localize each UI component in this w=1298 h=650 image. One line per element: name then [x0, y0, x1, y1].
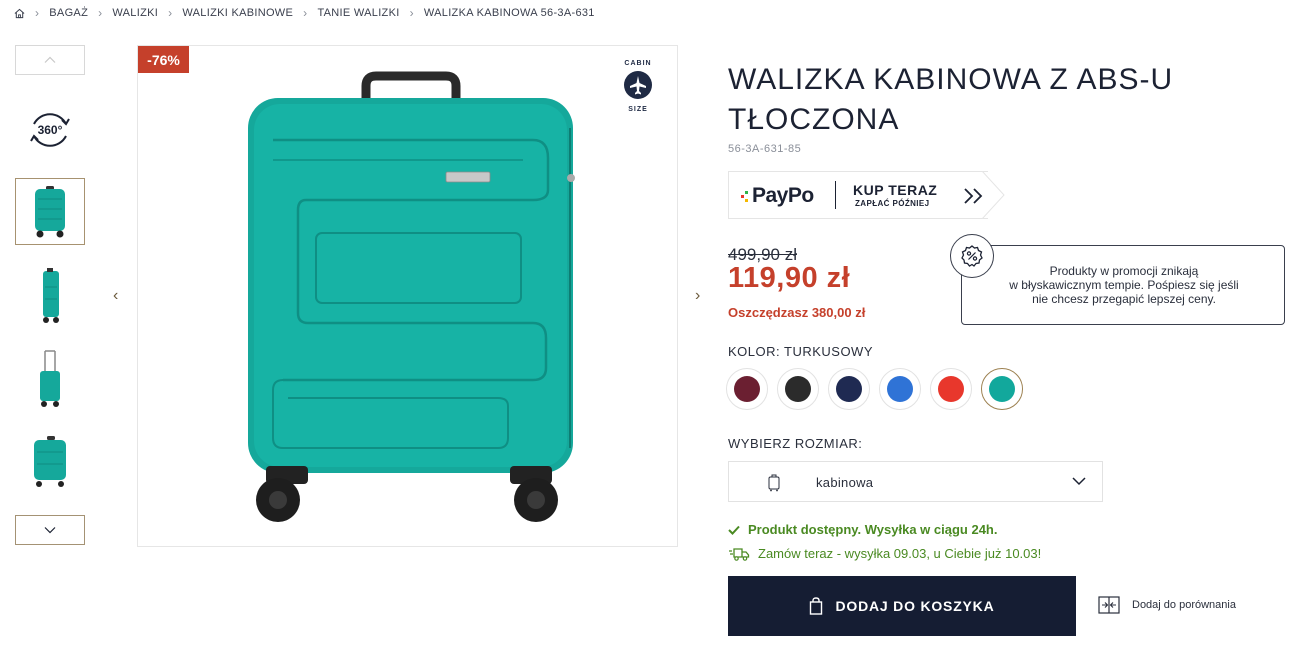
shipping-info-text: Zamów teraz - wysyłka 09.03, u Ciebie ju…	[758, 546, 1042, 561]
discount-badge: -76%	[138, 46, 189, 73]
color-swatch-dot	[785, 376, 811, 402]
paypo-divider	[835, 181, 836, 209]
color-swatch[interactable]	[930, 368, 972, 410]
thumbnail-scroll-up-button[interactable]	[15, 45, 85, 75]
promo-text: Produkty w promocji znikają w błyskawicz…	[962, 264, 1286, 306]
rotate-360-icon: 360°	[30, 112, 70, 147]
gallery-next-arrow-icon[interactable]: ›	[695, 287, 700, 305]
airplane-icon: CABIN SIZE	[624, 60, 652, 113]
suitcase-side-thumbnail-image	[43, 267, 59, 323]
thumbnail-side[interactable]	[15, 262, 85, 329]
breadcrumb-separator-icon: ›	[35, 6, 40, 20]
color-label: KOLOR: TURKUSOWY	[728, 344, 874, 359]
svg-text:SIZE: SIZE	[628, 106, 648, 113]
color-swatch-dot	[938, 376, 964, 402]
paypo-banner[interactable]: PayPo KUP TERAZ ZAPŁAĆ PÓŹNIEJ	[728, 171, 1006, 219]
paypo-cta: KUP TERAZ	[853, 182, 938, 198]
color-swatch-dot	[734, 376, 760, 402]
color-swatch[interactable]	[879, 368, 921, 410]
chevron-down-icon	[1072, 477, 1086, 486]
color-swatch[interactable]	[828, 368, 870, 410]
checkmark-icon	[728, 525, 740, 535]
breadcrumb-link-walizki-kabinowe[interactable]: WALIZKI KABINOWE	[182, 7, 293, 19]
compare-icon	[1098, 596, 1120, 614]
promo-text-line: w błyskawicznym tempie. Pośpiesz się jeś…	[1009, 278, 1239, 292]
double-chevron-right-icon	[964, 188, 983, 204]
paypo-logo: PayPo	[752, 184, 814, 207]
breadcrumb-link-walizki[interactable]: WALIZKI	[112, 7, 158, 19]
gallery-prev-arrow-icon[interactable]: ‹	[113, 287, 118, 305]
thumbnail-scroll-down-button[interactable]	[15, 515, 85, 545]
color-swatches	[726, 368, 1032, 410]
delivery-truck-icon	[729, 547, 750, 561]
current-price: 119,90 zł	[728, 262, 851, 294]
suitcase-thumbnail-image	[35, 185, 65, 237]
breadcrumb-separator-icon: ›	[409, 6, 414, 20]
size-select-value: kabinowa	[816, 475, 874, 490]
thumbnail-back[interactable]	[15, 345, 85, 412]
home-icon[interactable]	[14, 8, 25, 19]
color-swatch-dot	[989, 376, 1015, 402]
color-swatch-dot	[887, 376, 913, 402]
stock-status: Produkt dostępny. Wysyłka w ciągu 24h.	[728, 522, 997, 537]
stock-status-text: Produkt dostępny. Wysyłka w ciągu 24h.	[748, 522, 998, 537]
color-swatch-selected[interactable]	[981, 368, 1023, 410]
paypo-subtext: ZAPŁAĆ PÓŹNIEJ	[855, 199, 930, 208]
color-swatch[interactable]	[726, 368, 768, 410]
color-swatch[interactable]	[777, 368, 819, 410]
suitcase-back-thumbnail-image	[40, 349, 60, 407]
thumbnail-360-view[interactable]: 360°	[15, 96, 85, 163]
color-swatch-dot	[836, 376, 862, 402]
breadcrumb-separator-icon: ›	[303, 6, 308, 20]
product-sku: 56-3A-631-85	[728, 143, 802, 155]
breadcrumb-link-bagaz[interactable]: BAGAŻ	[49, 7, 88, 19]
cabin-size-badge: CABIN SIZE	[616, 56, 660, 119]
breadcrumb: › BAGAŻ › WALIZKI › WALIZKI KABINOWE › T…	[14, 6, 595, 20]
svg-text:CABIN: CABIN	[624, 60, 651, 67]
add-to-cart-button[interactable]: DODAJ DO KOSZYKA	[728, 576, 1076, 636]
add-to-compare-label: Dodaj do porównania	[1132, 599, 1236, 611]
main-product-image[interactable]: -76% CABIN SIZE	[137, 45, 678, 547]
suitcase-angle-thumbnail-image	[34, 435, 66, 487]
svg-text:360°: 360°	[38, 123, 63, 137]
promo-percent-icon	[950, 234, 994, 278]
size-label: WYBIERZ ROZMIAR:	[728, 436, 863, 451]
add-to-cart-label: DODAJ DO KOSZYKA	[835, 598, 995, 614]
add-to-compare-link[interactable]: Dodaj do porównania	[1098, 596, 1236, 614]
suitcase-icon	[768, 474, 780, 492]
chevron-down-icon	[44, 527, 56, 534]
chevron-up-icon	[44, 56, 56, 63]
size-select[interactable]: kabinowa	[728, 461, 1103, 502]
thumbnail-angle[interactable]	[15, 428, 85, 495]
savings-text: Oszczędzasz 380,00 zł	[728, 305, 866, 320]
breadcrumb-current: WALIZKA KABINOWA 56-3A-631	[423, 7, 595, 19]
promo-text-line: nie chcesz przegapić lepszej ceny.	[1032, 292, 1216, 306]
breadcrumb-separator-icon: ›	[168, 6, 173, 20]
discount-percent-icon	[961, 245, 983, 267]
product-title: WALIZKA KABINOWA Z ABS-U TŁOCZONA	[728, 63, 1174, 136]
shopping-bag-icon	[810, 597, 823, 615]
thumbnail-front[interactable]	[15, 178, 85, 245]
breadcrumb-link-tanie-walizki[interactable]: TANIE WALIZKI	[317, 7, 399, 19]
promo-tooltip: Produkty w promocji znikają w błyskawicz…	[961, 245, 1285, 325]
breadcrumb-separator-icon: ›	[98, 6, 103, 20]
shipping-info: Zamów teraz - wysyłka 09.03, u Ciebie ju…	[728, 546, 1041, 561]
suitcase-image	[248, 71, 575, 522]
promo-text-line: Produkty w promocji znikają	[1049, 264, 1199, 278]
